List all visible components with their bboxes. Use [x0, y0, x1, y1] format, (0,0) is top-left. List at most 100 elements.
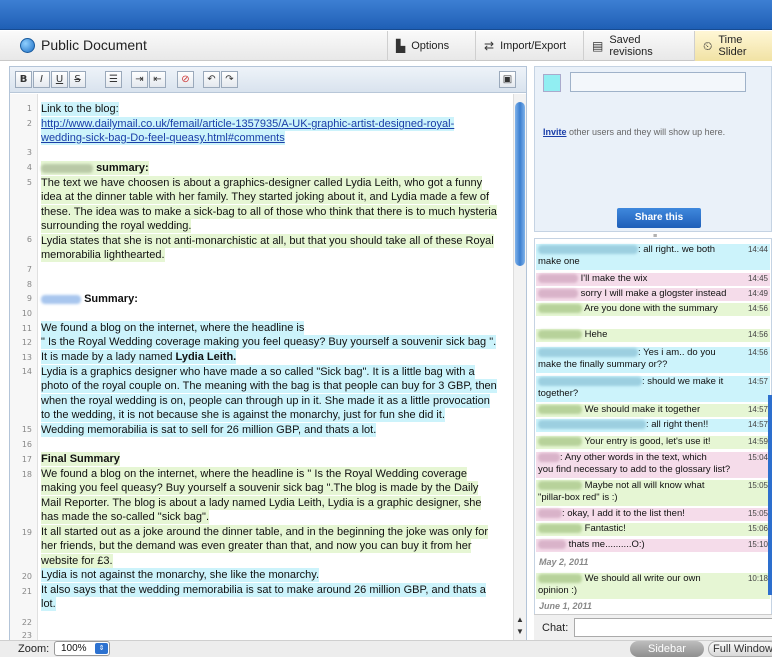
author-name-blurred: [41, 163, 93, 173]
chat-message: : all right then!! 14:57: [536, 419, 770, 432]
line-number: 7: [26, 265, 32, 274]
line-number: 23: [21, 631, 32, 640]
author-name-blurred: [538, 539, 566, 549]
blog-link[interactable]: http://www.dailymail.co.uk/femail/articl…: [41, 117, 455, 131]
editor-line: We found a blog on the internet, where t…: [41, 467, 468, 481]
formatting-toolbar: B I U S ☰ ⇥ ⇤ ⊘ ↶ ↷ ▣: [10, 67, 526, 93]
author-name-blurred: [538, 288, 578, 298]
editor-line: lot.: [41, 597, 56, 611]
italic-button[interactable]: I: [33, 71, 50, 88]
editor-line: making you feel queasy? Buy yourself a s…: [41, 481, 479, 495]
outdent-icon[interactable]: ⇤: [149, 71, 166, 88]
chat-message: We should make it together 14:57: [536, 404, 770, 417]
strikethrough-button[interactable]: S: [69, 71, 86, 88]
chat-text: : Any other words in the text, which: [560, 452, 707, 463]
chat-time: 14:59: [747, 437, 768, 446]
users-panel: Invite other users and they will show up…: [534, 66, 772, 232]
summary-heading: summary:: [96, 162, 149, 174]
author-name-blurred: [538, 303, 582, 313]
editor-scrollbar[interactable]: ▲ ▼: [513, 94, 526, 642]
chat-message: : Yes i am.. do you make the finally summ…: [536, 347, 770, 373]
updown-arrow-icon: ⇕: [95, 643, 108, 654]
underline-button[interactable]: U: [51, 71, 68, 88]
chat-time: 14:49: [747, 289, 768, 298]
editor-bold-text: Lydia Leith.: [175, 351, 237, 363]
summary-heading-2: Summary:: [84, 293, 138, 305]
chat-text: We should all write our own: [584, 573, 701, 584]
line-number: 15: [21, 425, 32, 434]
chat-input-bar: Chat:: [534, 614, 772, 640]
scrollbar-thumb[interactable]: [515, 102, 525, 266]
editor-line: The text we have choosen is about a grap…: [41, 176, 483, 190]
saved-revisions-button[interactable]: ▤ Saved revisions: [583, 31, 694, 61]
import-export-button[interactable]: ⇄ Import/Export: [475, 31, 583, 61]
line-number: 16: [21, 440, 32, 449]
editor-line: website for £3.: [41, 554, 113, 568]
editor-line: memorabilia lighthearted.: [41, 248, 165, 262]
chat-panel: : all right.. we both make one 14:44 I'll …: [534, 238, 772, 623]
chat-text: "pillar-box red" is :): [538, 492, 618, 503]
chat-label: Chat:: [542, 622, 569, 634]
options-button[interactable]: ▙ Options: [387, 31, 475, 61]
editor-line: Lydia states that she is not anti-monarc…: [41, 234, 494, 248]
chat-message: We should all write our own opinion :) 10:…: [536, 573, 770, 599]
chat-time: 14:56: [747, 348, 768, 357]
chat-message: thats me..........O:) 15:10: [536, 539, 770, 552]
editor-line: to the wedding, it is not because she is…: [41, 408, 445, 422]
time-slider-label: Time Slider: [718, 34, 747, 58]
line-number: 11: [21, 324, 32, 333]
scroll-up-icon[interactable]: ▲: [514, 615, 526, 624]
editor-line: surrounding the royal wedding.: [41, 219, 192, 233]
full-window-button[interactable]: Full Window: [708, 641, 772, 657]
document-title: Public Document: [20, 37, 147, 53]
invite-message: other users and they will show up here.: [566, 127, 726, 137]
author-name-blurred: [538, 419, 646, 429]
author-name-blurred: [538, 452, 560, 462]
zoom-label: Zoom:: [18, 643, 50, 655]
chat-text: Your entry is good, let's use it!: [584, 436, 711, 447]
zoom-value: 100%: [61, 643, 87, 654]
author-name-blurred: [538, 244, 638, 254]
clear-authorship-icon[interactable]: ⊘: [177, 71, 194, 88]
chat-message: : Any other words in the text, which you …: [536, 452, 770, 478]
editor-line: Lydia is a graphics designer who have ma…: [41, 365, 475, 379]
bold-button[interactable]: B: [15, 71, 32, 88]
editor-line: summary:: [41, 161, 149, 175]
import-export-label: Import/Export: [500, 40, 567, 52]
chat-message: Fantastic! 15:06: [536, 523, 770, 536]
editor-line: Mail Reporter. The blog is about a lady …: [41, 496, 482, 510]
bullet-list-icon[interactable]: ☰: [105, 71, 122, 88]
editor-line: her friends, but the demand was even gre…: [41, 539, 472, 553]
redo-icon[interactable]: ↷: [221, 71, 238, 88]
chat-message: : all right.. we both make one 14:44: [536, 244, 770, 270]
user-name-input[interactable]: [570, 72, 746, 92]
chat-time: 15:06: [747, 524, 768, 533]
saved-revisions-label: Saved revisions: [609, 34, 653, 58]
chat-time: 14:57: [747, 420, 768, 429]
editor-line: Summary:: [41, 292, 138, 306]
chat-text: : okay, I add it to the list then!: [562, 508, 685, 519]
save-document-icon[interactable]: ▣: [499, 71, 516, 88]
scroll-down-icon[interactable]: ▼: [514, 627, 526, 636]
undo-icon[interactable]: ↶: [203, 71, 220, 88]
line-number: 19: [21, 528, 32, 537]
time-slider-button[interactable]: ⏲ Time Slider: [694, 31, 772, 61]
chat-input[interactable]: [574, 618, 772, 637]
sidebar-button[interactable]: Sidebar: [630, 641, 704, 657]
chat-time: 14:44: [747, 245, 768, 254]
share-button[interactable]: Share this: [617, 208, 701, 228]
author-name-blurred: [538, 508, 562, 518]
user-color-swatch[interactable]: [543, 74, 561, 92]
chat-text: : Yes i am.. do you: [638, 347, 716, 358]
editor-line: It all started out as a joke around the …: [41, 525, 489, 539]
line-number: 1: [26, 104, 32, 113]
invite-link[interactable]: Invite: [543, 127, 567, 137]
chat-text: : all right.. we both: [638, 244, 716, 255]
line-number: 18: [21, 470, 32, 479]
indent-icon[interactable]: ⇥: [131, 71, 148, 88]
blog-link[interactable]: wedding-sick-bag-Do-feel-queasy.html#com…: [41, 131, 285, 145]
chat-text: We should make it together: [584, 404, 701, 415]
author-name-blurred: [538, 523, 582, 533]
chat-message: Are you done with the summary 14:56: [536, 303, 770, 316]
zoom-select[interactable]: 100% ⇕: [54, 641, 110, 656]
